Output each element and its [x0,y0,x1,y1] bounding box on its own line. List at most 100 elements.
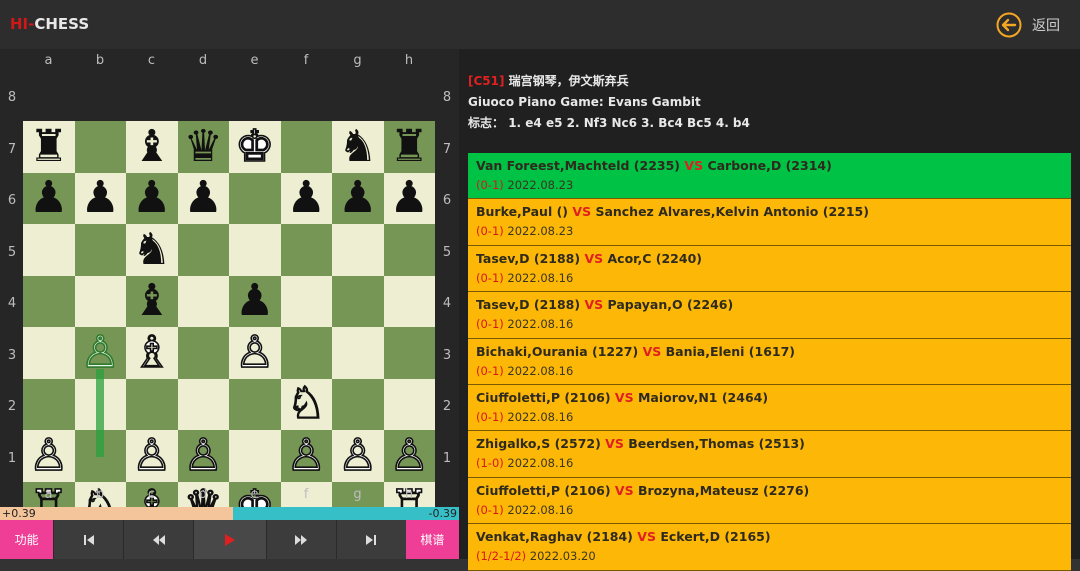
board-area: ♜♝♛♚♞♜♟♟♟♟♟♟♟♞♝♟♙♗♙♘♙♙♙♙♙♙♖♘♗♕♚♖ aabbccd… [0,49,459,533]
game-list-item[interactable]: Ciuffoletti,P (2106) VS Brozyna,Mateusz … [468,477,1071,525]
square-b8[interactable] [74,121,126,173]
square-g8[interactable]: ♞ [332,121,384,173]
square-c2[interactable]: ♙ [126,430,178,482]
square-e6[interactable] [229,224,281,276]
black-piece-icon[interactable]: ♟ [338,176,377,220]
game-list-item[interactable]: Burke,Paul () VS Sanchez Alvares,Kelvin … [468,199,1071,246]
play-button[interactable] [193,520,266,559]
last-move-button[interactable] [335,520,406,559]
white-piece-icon[interactable]: ♚ [234,123,275,169]
white-piece-icon[interactable]: ♘ [286,381,327,427]
square-a5[interactable] [23,275,75,327]
square-d7[interactable]: ♟ [177,172,229,224]
white-piece-icon[interactable]: ♙ [183,432,224,478]
square-a4[interactable] [23,327,75,379]
black-piece-icon[interactable]: ♟ [287,176,326,220]
square-d8[interactable]: ♛ [177,121,229,173]
first-move-button[interactable] [53,520,124,559]
white-piece-icon[interactable]: ♙ [131,432,172,478]
square-c7[interactable]: ♟ [126,172,178,224]
square-h5[interactable] [383,275,435,327]
square-g5[interactable] [332,275,384,327]
square-a6[interactable] [23,224,75,276]
square-e2[interactable] [229,430,281,482]
square-b6[interactable] [74,224,126,276]
square-h2[interactable]: ♙ [383,430,435,482]
square-d4[interactable] [177,327,229,379]
square-d5[interactable] [177,275,229,327]
square-c8[interactable]: ♝ [126,121,178,173]
square-g3[interactable] [332,378,384,430]
square-a3[interactable] [23,378,75,430]
square-c5[interactable]: ♝ [126,275,178,327]
white-piece-icon[interactable]: ♗ [131,329,172,375]
black-piece-icon[interactable]: ♝ [132,279,171,323]
white-piece-icon[interactable]: ♙ [389,432,430,478]
game-list-item[interactable]: Ciuffoletti,P (2106) VS Maiorov,N1 (2464… [468,384,1071,432]
square-a8[interactable]: ♜ [23,121,75,173]
white-piece-icon[interactable]: ♙ [28,432,69,478]
next-move-button[interactable] [265,520,336,559]
evaluation-bar: +0.39 -0.39 [0,507,459,520]
game-record-button[interactable]: 棋谱 [405,520,460,559]
back-button[interactable]: 返回 [996,10,1060,40]
square-f8[interactable] [280,121,332,173]
square-g4[interactable] [332,327,384,379]
game-list-item[interactable]: Bichaki,Ourania (1227) VS Bania,Eleni (1… [468,338,1071,385]
square-e4[interactable]: ♙ [229,327,281,379]
square-f2[interactable]: ♙ [280,430,332,482]
game-list-item[interactable]: Venkat,Raghav (2184) VS Eckert,D (2165)(… [468,524,1071,571]
rank-label-right: 7 [442,141,452,157]
square-c4[interactable]: ♗ [126,327,178,379]
black-piece-icon[interactable]: ♟ [184,176,223,220]
square-f3[interactable]: ♘ [280,378,332,430]
square-d6[interactable] [177,224,229,276]
square-f7[interactable]: ♟ [280,172,332,224]
square-d3[interactable] [177,378,229,430]
game-list-item[interactable]: Tasev,D (2188) VS Acor,C (2240) (0-1) 202… [468,245,1071,293]
square-f4[interactable] [280,327,332,379]
game-list-item[interactable]: Zhigalko,S (2572) VS Beerdsen,Thomas (25… [468,431,1071,478]
black-piece-icon[interactable]: ♜ [390,124,429,169]
black-piece-icon[interactable]: ♟ [81,176,120,220]
square-g6[interactable] [332,224,384,276]
square-h6[interactable] [383,224,435,276]
black-piece-icon[interactable]: ♟ [235,279,274,323]
square-a7[interactable]: ♟ [23,172,75,224]
game-list-item[interactable]: Tasev,D (2188) VS Papayan,O (2246) (0-1) … [468,292,1071,339]
white-piece-icon[interactable]: ♙ [286,432,327,478]
black-piece-icon[interactable]: ♟ [132,176,171,220]
black-piece-icon[interactable]: ♟ [29,176,68,220]
square-h7[interactable]: ♟ [383,172,435,224]
game-result: (0-1) [476,409,504,424]
game-list-item[interactable]: Van Foreest,Machteld (2235) VS Carbone,D… [468,153,1071,200]
prev-move-button[interactable] [123,520,194,559]
square-c3[interactable] [126,378,178,430]
black-piece-icon[interactable]: ♛ [184,124,223,169]
white-piece-icon[interactable]: ♙ [234,329,275,375]
square-a2[interactable]: ♙ [23,430,75,482]
square-e5[interactable]: ♟ [229,275,281,327]
square-e7[interactable] [229,172,281,224]
square-h8[interactable]: ♜ [383,121,435,173]
black-piece-icon[interactable]: ♜ [29,124,68,169]
white-piece-icon[interactable]: ♙ [337,432,378,478]
black-piece-icon[interactable]: ♟ [390,176,429,220]
square-b5[interactable] [74,275,126,327]
square-h3[interactable] [383,378,435,430]
square-g2[interactable]: ♙ [332,430,384,482]
square-e3[interactable] [229,378,281,430]
black-piece-icon[interactable]: ♝ [132,124,171,169]
black-piece-icon[interactable]: ♞ [338,124,377,169]
square-f5[interactable] [280,275,332,327]
square-d2[interactable]: ♙ [177,430,229,482]
square-f6[interactable] [280,224,332,276]
square-g7[interactable]: ♟ [332,172,384,224]
square-e8[interactable]: ♚ [229,121,281,173]
square-h4[interactable] [383,327,435,379]
chess-board[interactable]: ♜♝♛♚♞♜♟♟♟♟♟♟♟♞♝♟♙♗♙♘♙♙♙♙♙♙♖♘♗♕♚♖ [23,121,435,533]
square-c6[interactable]: ♞ [126,224,178,276]
function-button[interactable]: 功能 [0,520,54,559]
black-piece-icon[interactable]: ♞ [132,227,171,272]
square-b7[interactable]: ♟ [74,172,126,224]
